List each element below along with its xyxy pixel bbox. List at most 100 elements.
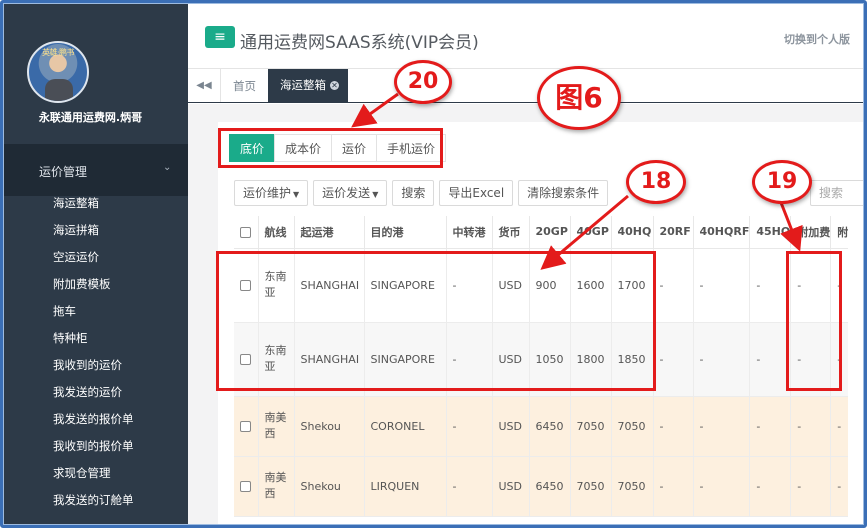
- cell-20gp: 6450: [528, 456, 570, 517]
- close-icon[interactable]: ✕: [330, 81, 339, 90]
- column-header[interactable]: 目的港: [363, 216, 446, 249]
- sidebar-item-air[interactable]: 空运运价: [3, 244, 188, 271]
- column-header[interactable]: 起运港: [293, 216, 364, 249]
- sidebar-item-sent-quotes[interactable]: 我发送的报价单: [3, 406, 188, 433]
- search-button[interactable]: 搜索: [392, 180, 435, 206]
- cell-surcharge: -: [790, 322, 831, 397]
- column-header[interactable]: 40HQ: [610, 216, 653, 249]
- table-row[interactable]: 南美西 Shekou LIRQUEN - USD 6450 7050 7050 …: [234, 456, 849, 517]
- tab-base-price[interactable]: 底价: [229, 134, 276, 162]
- tab-fcl-label: 海运整箱: [280, 78, 326, 92]
- rate-table: 航线 起运港 目的港 中转港 货币 20GP 40GP 40HQ 20RF 40…: [234, 216, 849, 517]
- cell-transit: -: [445, 456, 492, 517]
- cell-40hq: 1850: [610, 322, 653, 397]
- sidebar-item-lcl[interactable]: 海运拼箱: [3, 217, 188, 244]
- select-all-checkbox[interactable]: [234, 216, 258, 249]
- cell-40hq: 1700: [610, 248, 653, 323]
- cell-20rf: -: [652, 322, 693, 397]
- sidebar-item-warehouse[interactable]: 求现仓管理: [3, 460, 188, 487]
- table-row[interactable]: 东南亚 SHANGHAI SINGAPORE - USD 1050 1800 1…: [234, 322, 849, 397]
- tab-home[interactable]: 首页: [233, 78, 256, 94]
- caret-down-icon: ▼: [293, 190, 300, 199]
- cell-45hq: -: [749, 248, 791, 323]
- cell-transit: -: [445, 322, 492, 397]
- switch-personal-link[interactable]: 切换到个人版: [784, 31, 850, 47]
- cell-extra: -: [830, 396, 849, 457]
- menu-group-label: 运价管理: [39, 165, 88, 179]
- cell-destination: SINGAPORE: [363, 248, 446, 323]
- column-header[interactable]: 20RF: [652, 216, 693, 249]
- row-checkbox[interactable]: [234, 456, 258, 517]
- cell-20rf: -: [652, 456, 693, 517]
- export-excel-button[interactable]: 导出Excel: [439, 180, 514, 206]
- rate-maintain-button[interactable]: 运价维护 ▼: [234, 180, 309, 206]
- cell-currency: USD: [491, 456, 529, 517]
- column-header[interactable]: 20GP: [528, 216, 570, 249]
- column-header[interactable]: 附: [830, 216, 849, 249]
- cell-40hqrf: -: [692, 248, 750, 323]
- row-checkbox[interactable]: [234, 322, 258, 397]
- cell-origin: Shekou: [293, 456, 364, 517]
- menu-toggle-icon[interactable]: ≡: [205, 26, 235, 48]
- sidebar-item-received-rates[interactable]: 我收到的运价: [3, 352, 188, 379]
- cell-extra: -: [830, 456, 849, 517]
- user-name: 永联通用运费网.炳哥: [38, 111, 143, 124]
- column-header[interactable]: 45HQ: [749, 216, 791, 249]
- tab-scroll-left-icon[interactable]: ◀◀: [188, 69, 221, 102]
- cell-route: 南美西: [257, 396, 294, 457]
- rate-send-button[interactable]: 运价发送 ▼: [313, 180, 388, 206]
- annotation-label-20: 20: [394, 60, 452, 104]
- avatar[interactable]: 英雄·鹏书: [27, 41, 89, 103]
- cell-surcharge: -: [790, 396, 831, 457]
- sidebar-item-sent-rates[interactable]: 我发送的运价: [3, 379, 188, 406]
- sidebar-menu: 海运整箱 海运拼箱 空运运价 附加费模板 拖车 特种柜 我收到的运价 我发送的运…: [3, 190, 188, 514]
- sidebar-item-trucking[interactable]: 拖车: [3, 298, 188, 325]
- sidebar-item-sent-bookings[interactable]: 我发送的订舱单: [3, 487, 188, 514]
- top-header: ≡ 通用运费网SAAS系统(VIP会员) 切换到个人版: [188, 3, 864, 69]
- column-header[interactable]: 中转港: [445, 216, 492, 249]
- column-header[interactable]: 40HQRF: [692, 216, 750, 249]
- cell-route: 南美西: [257, 456, 294, 517]
- table-row[interactable]: 南美西 Shekou CORONEL - USD 6450 7050 7050 …: [234, 396, 849, 457]
- tab-freight-rate[interactable]: 运价: [331, 134, 378, 162]
- cell-40hqrf: -: [692, 322, 750, 397]
- table-row[interactable]: 东南亚 SHANGHAI SINGAPORE - USD 900 1600 17…: [234, 248, 849, 323]
- menu-group-freight[interactable]: 运价管理 ⌄: [3, 144, 188, 196]
- cell-route: 东南亚: [257, 322, 294, 397]
- row-checkbox[interactable]: [234, 396, 258, 457]
- sidebar: 英雄·鹏书 永联通用运费网.炳哥 运价管理 ⌄ 海运整箱 海运拼箱 空运运价 附…: [3, 3, 188, 525]
- cell-20rf: -: [652, 396, 693, 457]
- avatar-figure: [45, 79, 73, 101]
- cell-transit: -: [445, 396, 492, 457]
- column-header[interactable]: 40GP: [569, 216, 611, 249]
- row-checkbox[interactable]: [234, 248, 258, 323]
- tab-mobile-rate[interactable]: 手机运价: [376, 134, 447, 162]
- clear-search-button[interactable]: 清除搜索条件: [518, 180, 609, 206]
- cell-40hq: 7050: [610, 456, 653, 517]
- search-input[interactable]: 搜索: [810, 180, 867, 206]
- annotation-label-19-text: 19: [766, 169, 798, 194]
- cell-45hq: -: [749, 396, 791, 457]
- rate-send-label: 运价发送: [322, 186, 371, 200]
- price-type-tabs: 底价 成本价 运价 手机运价: [229, 134, 447, 162]
- tab-cost-price[interactable]: 成本价: [274, 134, 333, 162]
- annotation-label-18: 18: [626, 160, 686, 204]
- cell-destination: CORONEL: [363, 396, 446, 457]
- column-header[interactable]: 附加费: [790, 216, 831, 249]
- page-tabs: ◀◀ 首页 海运整箱 ✕: [188, 69, 864, 103]
- sidebar-item-special-container[interactable]: 特种柜: [3, 325, 188, 352]
- cell-surcharge: -: [790, 248, 831, 323]
- sidebar-item-surcharge-template[interactable]: 附加费模板: [3, 271, 188, 298]
- cell-extra: -: [830, 248, 849, 323]
- cell-40gp: 7050: [569, 456, 611, 517]
- cell-currency: USD: [491, 396, 529, 457]
- sidebar-item-received-quotes[interactable]: 我收到的报价单: [3, 433, 188, 460]
- sidebar-item-fcl[interactable]: 海运整箱: [3, 190, 188, 217]
- annotation-label-18-text: 18: [640, 169, 672, 194]
- column-header[interactable]: 航线: [257, 216, 294, 249]
- cell-origin: SHANGHAI: [293, 248, 364, 323]
- cell-40gp: 1800: [569, 322, 611, 397]
- column-header[interactable]: 货币: [491, 216, 529, 249]
- chevron-down-icon: ⌄: [163, 162, 172, 173]
- tab-fcl[interactable]: 海运整箱 ✕: [268, 69, 348, 102]
